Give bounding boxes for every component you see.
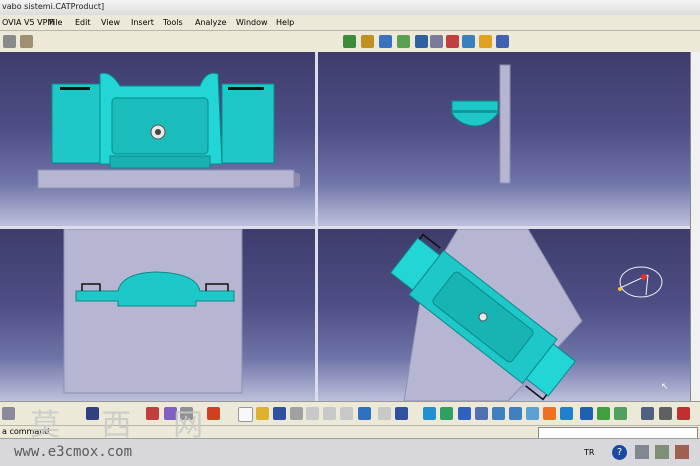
undo-icon[interactable] [358, 407, 371, 420]
hide-show-icon[interactable] [597, 407, 610, 420]
sketch-icon[interactable] [343, 35, 356, 48]
menu-view[interactable]: View [101, 18, 120, 27]
top-toolbar [0, 31, 700, 53]
right-view[interactable] [318, 52, 690, 226]
network-icon[interactable] [635, 445, 649, 459]
menu-analyze[interactable]: Analyze [195, 18, 227, 27]
tray-icon[interactable] [655, 445, 669, 459]
zoom-in-icon[interactable] [492, 407, 505, 420]
cut-icon[interactable] [306, 407, 319, 420]
part-icon[interactable] [361, 35, 374, 48]
swap-icon[interactable] [614, 407, 627, 420]
save-icon[interactable] [273, 407, 286, 420]
copy-icon[interactable] [323, 407, 336, 420]
menu-tools[interactable]: Tools [163, 18, 183, 27]
menu-file[interactable]: File [49, 18, 62, 27]
measure-icon[interactable] [415, 35, 428, 48]
view-mode-icon[interactable] [560, 407, 573, 420]
tree-icon[interactable] [446, 35, 459, 48]
select-icon[interactable] [3, 35, 16, 48]
iso-view-icon[interactable] [543, 407, 556, 420]
pan-icon[interactable] [458, 407, 471, 420]
iso-view[interactable]: ↖ [318, 229, 690, 401]
surface-icon[interactable] [379, 35, 392, 48]
right-view-model [451, 64, 511, 184]
top-view[interactable] [0, 229, 315, 401]
help-circle-icon[interactable]: ? [612, 445, 627, 460]
iso-view-model: ↖ [389, 229, 669, 401]
help-icon[interactable] [395, 407, 408, 420]
select-mode-icon[interactable] [2, 407, 15, 420]
right-panel-strip[interactable] [690, 52, 700, 401]
menu-bar: OVIA V5 VPM File Edit View Insert Tools … [0, 15, 700, 31]
viewport-area[interactable]: ↖ [0, 52, 690, 401]
rotate-view-icon[interactable] [475, 407, 488, 420]
top-view-model [63, 229, 243, 394]
shading-icon[interactable] [580, 407, 593, 420]
volume-icon[interactable] [675, 445, 689, 459]
app-label: OVIA V5 VPM [2, 18, 55, 27]
arrange-icon[interactable] [641, 407, 654, 420]
watermark-url: www.e3cmox.com [14, 444, 133, 460]
viewport-divider-horizontal[interactable] [0, 226, 690, 229]
menu-edit[interactable]: Edit [75, 18, 91, 27]
menu-insert[interactable]: Insert [131, 18, 154, 27]
redo-icon[interactable] [378, 407, 391, 420]
front-view-model [37, 72, 300, 189]
menu-help[interactable]: Help [276, 18, 294, 27]
title-bar: vabo sistemi.CATProduct] [0, 0, 700, 16]
analysis-icon[interactable] [397, 35, 410, 48]
tools-palette-icon[interactable] [659, 407, 672, 420]
watermark-logo: 莫 西 网 [30, 408, 220, 443]
stop-icon[interactable] [677, 407, 690, 420]
zoom-out-icon[interactable] [509, 407, 522, 420]
language-indicator[interactable]: TR [584, 448, 594, 457]
axis-triad-icon: ↖ [661, 382, 669, 392]
knowledge-icon[interactable] [430, 35, 443, 48]
window-title: vabo sistemi.CATProduct] [2, 2, 105, 11]
front-view[interactable] [0, 52, 315, 226]
fly-icon[interactable] [423, 407, 436, 420]
new-icon[interactable] [238, 407, 253, 422]
params-icon[interactable] [462, 35, 475, 48]
normal-view-icon[interactable] [526, 407, 539, 420]
paste-icon[interactable] [340, 407, 353, 420]
menu-window[interactable]: Window [236, 18, 268, 27]
hand-icon[interactable] [20, 35, 33, 48]
print-icon[interactable] [290, 407, 303, 420]
grid-icon[interactable] [496, 35, 509, 48]
compass-icon[interactable] [617, 266, 663, 298]
fit-all-icon[interactable] [440, 407, 453, 420]
open-icon[interactable] [256, 407, 269, 420]
rotate-icon[interactable] [479, 35, 492, 48]
